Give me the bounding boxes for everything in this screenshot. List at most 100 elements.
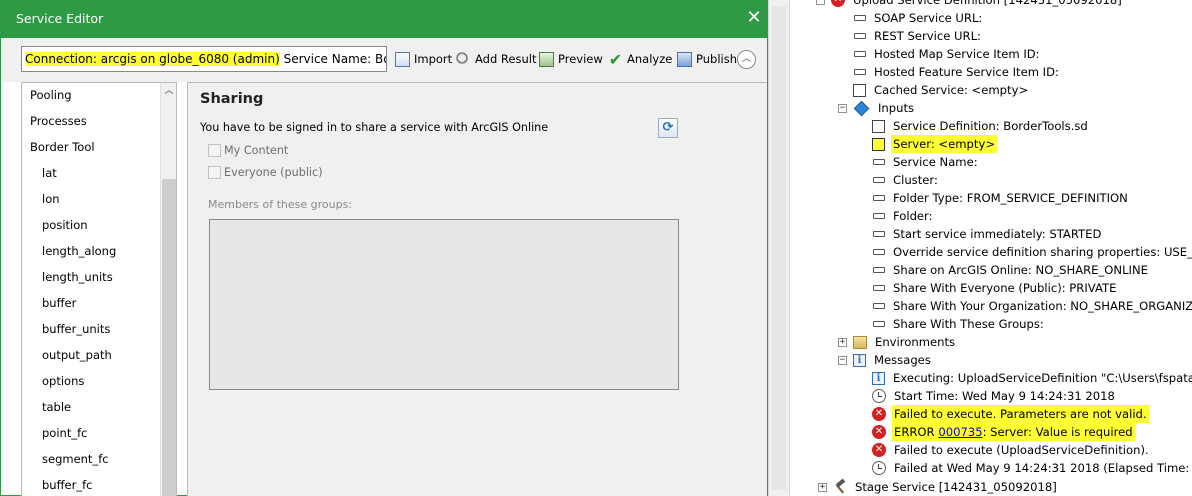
tree-row-hosted-map[interactable]: Hosted Map Service Item ID: (854, 45, 1042, 63)
nav-subitem[interactable]: position (42, 216, 88, 234)
tree-row-service-definition[interactable]: Service Definition: BorderTools.sd (872, 117, 1090, 135)
tree-row-folder-type[interactable]: Folder Type: FROM_SERVICE_DEFINITION (873, 189, 1130, 207)
tree-row-upload[interactable]: − ✕ Upload Service Definition [142431_05… (816, 0, 1124, 9)
parameter-icon (873, 195, 885, 201)
inputs-diamond-icon (853, 100, 870, 116)
import-icon (395, 51, 410, 67)
tree-row-label: Stage Service [142431_05092018] (855, 480, 1057, 494)
checkbox-parameter-icon (853, 83, 866, 97)
nav-subitem[interactable]: buffer_units (42, 320, 110, 338)
collapse-toggle[interactable]: − (816, 0, 825, 5)
nav-subitem[interactable]: lon (42, 190, 60, 208)
tree-row-environments[interactable]: + Environments (838, 333, 957, 351)
checkmark-icon: ✔ (608, 49, 623, 69)
analyze-button[interactable]: ✔ Analyze (608, 49, 673, 69)
connection-text-highlighted: Connection: arcgis on globe_6080 (admin) (25, 52, 280, 66)
parameter-icon (873, 267, 885, 273)
nav-scrollbar[interactable]: ︿ (160, 83, 176, 496)
tree-row-override-sharing[interactable]: Override service definition sharing prop… (873, 243, 1192, 261)
tree-row-share-everyone[interactable]: Share With Everyone (Public): PRIVATE (873, 279, 1118, 297)
clock-icon (872, 389, 886, 403)
nav-subitem[interactable]: lat (42, 164, 57, 182)
add-result-button[interactable]: Add Result (456, 50, 536, 68)
close-icon[interactable]: ✕ (745, 9, 763, 27)
parameter-icon (854, 33, 866, 39)
error-code-link[interactable]: 000735 (938, 425, 982, 439)
parameter-icon (854, 51, 866, 57)
nav-item[interactable]: Pooling (30, 86, 72, 104)
tree-row-share-organization[interactable]: Share With Your Organization: NO_SHARE_O… (873, 297, 1192, 315)
import-button[interactable]: Import (395, 50, 452, 68)
everyone-public-checkbox[interactable]: Everyone (public) (208, 164, 323, 180)
nav-subitem[interactable]: buffer_fc (42, 476, 92, 494)
tree-row-label: Service Definition: BorderTools.sd (893, 119, 1088, 133)
tree-row-share-groups[interactable]: Share With These Groups: (873, 315, 1046, 333)
collapse-toggle[interactable]: − (838, 103, 847, 113)
tree-row-label: Cluster: (893, 173, 938, 187)
add-result-icon (456, 51, 471, 67)
tree-row-cached-service[interactable]: Cached Service: <empty> (853, 81, 1030, 99)
nav-subitem[interactable]: output_path (42, 346, 112, 364)
checkbox-box[interactable] (208, 165, 221, 179)
background-scrollbar[interactable] (768, 0, 790, 496)
tree-row-messages[interactable]: − i Messages (838, 351, 933, 369)
tree-row-inputs[interactable]: − Inputs (838, 99, 916, 117)
background-scroll-thumb[interactable] (772, 6, 786, 490)
nav-subitem[interactable]: segment_fc (42, 450, 109, 468)
tree-row-failed-params[interactable]: ✕ Failed to execute. Parameters are not v… (872, 405, 1149, 423)
nav-subitem[interactable]: options (42, 372, 84, 390)
refresh-icon[interactable]: ⟳ (658, 118, 678, 138)
publish-button[interactable]: Publish (677, 50, 737, 68)
page-title: Sharing (200, 91, 264, 107)
preview-button[interactable]: Preview (539, 50, 603, 68)
my-content-checkbox[interactable]: My Content (208, 142, 288, 158)
connection-field[interactable]: Connection: arcgis on globe_6080 (admin)… (21, 46, 387, 72)
nav-subitem[interactable]: buffer (42, 294, 76, 312)
expand-toggle[interactable]: + (838, 337, 847, 347)
expand-toggle[interactable]: + (818, 482, 827, 492)
tree-row-service-name[interactable]: Service Name: (873, 153, 980, 171)
collapse-toolbar-icon[interactable]: ︿ (737, 50, 756, 69)
tree-row-soap-url[interactable]: SOAP Service URL: (854, 9, 984, 27)
tree-row-error-000735[interactable]: ✕ ERROR 000735: Server: Value is require… (872, 423, 1135, 441)
members-groups-list[interactable] (209, 219, 679, 390)
nav-item[interactable]: Border Tool (30, 138, 95, 156)
tree-row-share-online[interactable]: Share on ArcGIS Online: NO_SHARE_ONLINE (873, 261, 1150, 279)
tree-row-cluster[interactable]: Cluster: (873, 171, 940, 189)
scroll-up-icon[interactable]: ︿ (161, 83, 176, 100)
nav-item[interactable]: Processes (30, 112, 87, 130)
nav-subitem[interactable]: length_units (42, 268, 113, 286)
tree-row-failed-at[interactable]: Failed at Wed May 9 14:24:31 2018 (Elaps… (872, 459, 1192, 477)
tree-row-stage-service[interactable]: + Stage Service [142431_05092018] (818, 478, 1059, 496)
tree-row-label-highlighted: Failed to execute. Parameters are not va… (892, 405, 1149, 423)
tree-row-hosted-feature[interactable]: Hosted Feature Service Item ID: (854, 63, 1061, 81)
checkbox-box[interactable] (208, 143, 221, 157)
tree-row-label: Override service definition sharing prop… (893, 245, 1192, 259)
tree-row-rest-url[interactable]: REST Service URL: (854, 27, 983, 45)
tree-row-start-time[interactable]: Start Time: Wed May 9 14:24:31 2018 (872, 387, 1117, 405)
checkbox-parameter-icon (872, 119, 885, 133)
title-bar[interactable]: Service Editor ✕ (1, 0, 768, 38)
tree-row-start-service[interactable]: Start service immediately: STARTED (873, 225, 1103, 243)
tree-row-label: Folder Type: FROM_SERVICE_DEFINITION (893, 191, 1128, 205)
nav-subitem[interactable]: table (42, 398, 71, 416)
tree-row-label: SOAP Service URL: (874, 11, 983, 25)
collapse-toggle[interactable]: − (838, 355, 847, 365)
scroll-thumb[interactable] (162, 179, 176, 496)
service-name-text: Service Name: Border... (283, 52, 386, 66)
error-icon: ✕ (872, 407, 886, 421)
tree-row-label: Service Name: (893, 155, 978, 169)
nav-subitem[interactable]: length_along (42, 242, 116, 260)
tree-row-label: Inputs (878, 101, 915, 115)
tree-row-label-highlighted: Server: <empty> (891, 135, 998, 153)
nav-subitem[interactable]: point_fc (42, 424, 87, 442)
tree-row-label-highlighted: ERROR 000735: Server: Value is required (892, 423, 1135, 441)
checkbox-parameter-icon (872, 137, 885, 151)
tree-row-failed-execute[interactable]: ✕ Failed to execute (UploadServiceDefinit… (872, 441, 1151, 459)
tree-row-executing[interactable]: i Executing: UploadServiceDefinition "C:\… (872, 369, 1192, 387)
tree-row-folder[interactable]: Folder: (873, 207, 935, 225)
everyone-label: Everyone (public) (224, 165, 323, 179)
results-tree: − ✕ Upload Service Definition [142431_05… (792, 0, 1192, 496)
tree-row-server[interactable]: Server: <empty> (872, 135, 998, 153)
tree-row-label: Failed at Wed May 9 14:24:31 2018 (Elaps… (894, 461, 1192, 475)
